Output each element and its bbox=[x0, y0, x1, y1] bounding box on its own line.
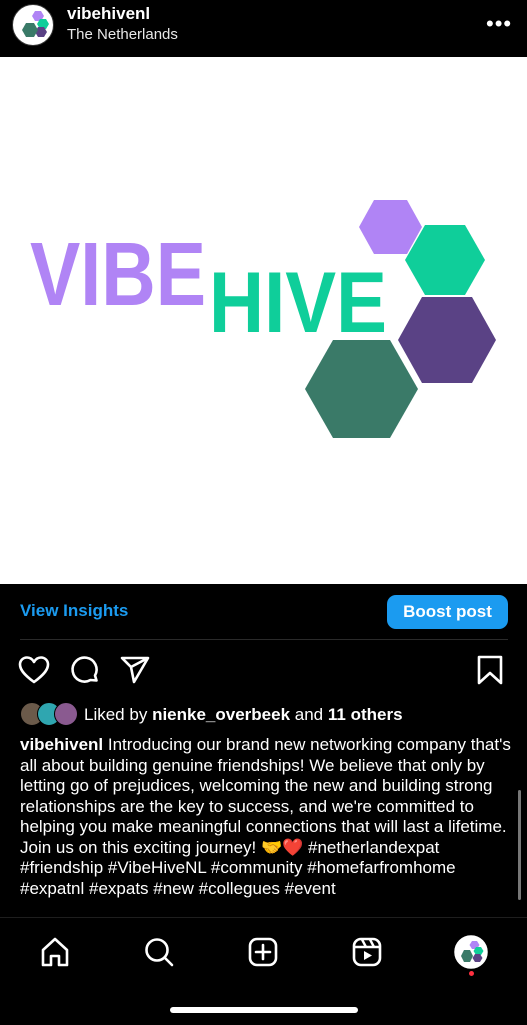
scrollbar[interactable] bbox=[518, 790, 521, 900]
account-avatar[interactable] bbox=[12, 4, 54, 46]
likes-others-count[interactable]: 11 others bbox=[328, 705, 403, 724]
logo-text-hive: HIVE bbox=[209, 255, 387, 351]
account-username[interactable]: vibehivenl bbox=[67, 4, 150, 24]
hexagon-purple-light bbox=[359, 200, 422, 254]
likes-prefix: Liked by bbox=[84, 705, 148, 724]
vibehive-logo: VIBE HIVE bbox=[30, 200, 496, 438]
liker-username[interactable]: nienke_overbeek bbox=[152, 705, 290, 724]
divider bbox=[20, 639, 508, 640]
more-horizontal-icon[interactable]: ••• bbox=[486, 11, 512, 37]
logo-text-vibe: VIBE bbox=[30, 225, 206, 325]
post-image[interactable]: VIBE HIVE bbox=[0, 57, 527, 584]
caption-text: Introducing our brand new networking com… bbox=[20, 735, 511, 898]
home-icon[interactable] bbox=[38, 935, 72, 969]
paper-plane-icon[interactable] bbox=[120, 655, 150, 690]
hexagon-green-dark bbox=[305, 340, 418, 438]
boost-post-button[interactable]: Boost post bbox=[387, 595, 508, 629]
likes-connector: and bbox=[294, 705, 324, 724]
create-icon[interactable] bbox=[246, 935, 280, 969]
vibehive-mini-logo-icon bbox=[22, 11, 49, 37]
caption-username[interactable]: vibehivenl bbox=[20, 735, 103, 754]
home-indicator[interactable] bbox=[170, 1007, 358, 1013]
search-icon[interactable] bbox=[142, 935, 176, 969]
bookmark-icon[interactable] bbox=[476, 655, 504, 690]
post-location[interactable]: The Netherlands bbox=[67, 26, 178, 43]
post-caption: vibehivenl Introducing our brand new net… bbox=[20, 735, 515, 899]
profile-icon[interactable] bbox=[454, 935, 488, 969]
hexagon-purple-dark bbox=[398, 297, 496, 383]
view-insights-link[interactable]: View Insights bbox=[20, 601, 128, 621]
heart-icon[interactable] bbox=[18, 655, 50, 690]
reels-icon[interactable] bbox=[350, 935, 384, 969]
likes-summary[interactable]: Liked by nienke_overbeek and 11 others bbox=[84, 705, 403, 725]
liker-avatar bbox=[54, 702, 78, 726]
notification-dot bbox=[469, 971, 474, 976]
liker-avatars[interactable] bbox=[20, 702, 80, 726]
comment-icon[interactable] bbox=[70, 655, 100, 690]
